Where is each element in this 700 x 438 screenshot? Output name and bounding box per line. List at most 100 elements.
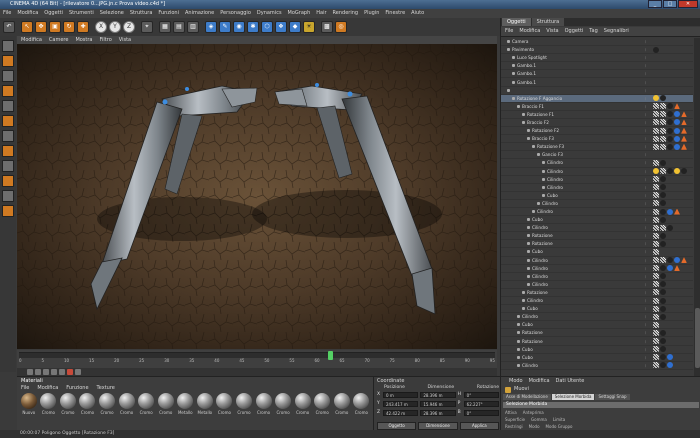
tag-icon[interactable] xyxy=(653,354,659,361)
object-name[interactable]: Rotazione F1 xyxy=(527,112,645,117)
render-view-icon[interactable]: ▦ xyxy=(159,21,171,33)
scrollbar-thumb[interactable] xyxy=(695,308,700,368)
tag-icon[interactable] xyxy=(653,168,659,175)
visibility-toggle[interactable]: ⁝ xyxy=(645,160,653,165)
tag-icon[interactable] xyxy=(653,281,659,288)
attribute-tab-0[interactable]: Asse di Modellazione xyxy=(503,394,551,400)
sculpt-icon[interactable]: ◎ xyxy=(335,21,347,33)
tag-icon[interactable] xyxy=(653,329,659,336)
size-field[interactable]: 28.396 m xyxy=(420,410,456,416)
scale-tool-icon[interactable]: ▣ xyxy=(49,21,61,33)
tag-icon[interactable] xyxy=(660,289,666,296)
visibility-toggle[interactable]: ⁝ xyxy=(645,355,653,360)
tree-row[interactable]: Rotazione ⁝ xyxy=(501,337,693,346)
visibility-toggle[interactable]: ⁝ xyxy=(645,282,653,287)
cube-object-icon[interactable]: ◈ xyxy=(205,21,217,33)
material-menu-item-1[interactable]: Modifica xyxy=(37,385,58,392)
visibility-toggle[interactable]: ⁝ xyxy=(645,241,653,246)
object-name[interactable]: Gancio F3 xyxy=(542,152,645,157)
visibility-toggle[interactable]: ⁝ xyxy=(645,120,653,125)
workplane-icon[interactable]: ▩ xyxy=(321,21,333,33)
attribute-field[interactable]: Gomma xyxy=(531,417,547,423)
environment-icon[interactable]: ❖ xyxy=(275,21,287,33)
object-name[interactable]: Pavimento xyxy=(512,47,645,52)
material-swatch[interactable]: Cromo xyxy=(59,393,77,429)
tree-row[interactable]: Cubo ⁝ xyxy=(501,354,693,362)
tag-icon[interactable] xyxy=(674,103,680,110)
tag-icon[interactable] xyxy=(653,248,659,255)
tag-icon[interactable] xyxy=(660,208,666,215)
tag-icon[interactable] xyxy=(660,184,666,191)
visibility-toggle[interactable]: ⁝ xyxy=(645,177,653,182)
tree-row[interactable]: Cilindro ⁝ xyxy=(501,265,693,273)
tag-icon[interactable] xyxy=(660,329,666,336)
attribute-field[interactable]: Modo Gruppo xyxy=(546,424,573,430)
visibility-toggle[interactable]: ⁝ xyxy=(645,55,653,60)
menu-item-15[interactable]: Aiuto xyxy=(411,9,424,18)
workplane-lock-icon[interactable] xyxy=(2,190,14,202)
tag-icon[interactable] xyxy=(674,143,680,150)
tag-icon[interactable] xyxy=(653,143,659,150)
tag-icon[interactable] xyxy=(667,362,673,369)
tag-icon[interactable] xyxy=(674,135,680,142)
tag-icon[interactable] xyxy=(674,208,680,215)
tag-icon[interactable] xyxy=(660,257,666,264)
recent-tool-icon[interactable]: ✚ xyxy=(77,21,89,33)
object-name[interactable]: Cilindro xyxy=(537,209,645,214)
tag-icon[interactable] xyxy=(660,127,666,134)
tag-icon[interactable] xyxy=(681,257,687,264)
attribute-menu-item-1[interactable]: Modifica xyxy=(529,378,550,385)
tag-icon[interactable] xyxy=(681,119,687,126)
menu-item-13[interactable]: Plugin xyxy=(364,9,379,18)
object-name[interactable]: Cilindro xyxy=(522,314,645,319)
tag-icon[interactable] xyxy=(660,281,666,288)
tag-icon[interactable] xyxy=(681,127,687,134)
material-swatch[interactable]: Cromo xyxy=(313,393,331,429)
tree-row[interactable]: Cubo ⁝ xyxy=(501,248,693,257)
object-name[interactable]: Rotazione xyxy=(532,241,645,246)
tab-structure[interactable]: Struttura xyxy=(531,18,565,26)
tree-row[interactable]: Cubo ⁝ xyxy=(501,346,693,354)
tag-icon[interactable] xyxy=(653,111,659,118)
tag-icon[interactable] xyxy=(660,192,666,199)
position-field[interactable]: 42.422 m xyxy=(383,410,419,416)
tree-row[interactable]: Cubo ⁝ xyxy=(501,216,693,225)
tag-icon[interactable] xyxy=(653,159,659,166)
live-selection-icon[interactable]: ↖ xyxy=(21,21,33,33)
apply-button[interactable]: Applica xyxy=(459,422,499,430)
object-name[interactable]: Cilindro xyxy=(547,177,645,182)
visibility-toggle[interactable]: ⁝ xyxy=(645,201,653,206)
tag-icon[interactable] xyxy=(667,257,673,264)
tree-row[interactable]: Gancio F3 ⁝ xyxy=(501,151,693,160)
tree-row[interactable]: Cubo ⁝ xyxy=(501,305,693,314)
visibility-toggle[interactable]: ⁝ xyxy=(645,330,653,335)
material-swatch[interactable]: Metallo xyxy=(177,393,195,429)
attribute-tab-1[interactable]: Selezione Morbida xyxy=(551,394,595,400)
tree-row[interactable]: Cilindro ⁝ xyxy=(501,168,693,176)
visibility-toggle[interactable]: ⁝ xyxy=(645,185,653,190)
tag-icon[interactable] xyxy=(660,338,666,345)
tag-icon[interactable] xyxy=(681,143,687,150)
rotation-field[interactable]: 62.227° xyxy=(463,401,499,407)
visibility-toggle[interactable]: ⁝ xyxy=(645,347,653,352)
visibility-toggle[interactable]: ⁝ xyxy=(645,144,653,149)
visibility-toggle[interactable]: ⁝ xyxy=(645,290,653,295)
visibility-toggle[interactable]: ⁝ xyxy=(645,249,653,254)
object-name[interactable]: Cubo xyxy=(532,249,645,254)
object-name[interactable]: Cilindro xyxy=(547,160,645,165)
tree-row[interactable]: Braccio F3 ⁝ xyxy=(501,135,693,144)
visibility-toggle[interactable]: ⁝ xyxy=(645,339,653,344)
visibility-toggle[interactable]: ⁝ xyxy=(645,63,653,68)
tag-icon[interactable] xyxy=(660,176,666,183)
object-name[interactable]: Cilindro xyxy=(542,201,645,206)
size-field[interactable]: 28.396 m xyxy=(420,392,456,398)
spline-icon[interactable]: ✎ xyxy=(219,21,231,33)
tag-icon[interactable] xyxy=(660,119,666,126)
attribute-menu-item-0[interactable]: Modo xyxy=(509,378,523,385)
tag-icon[interactable] xyxy=(653,103,659,110)
object-name[interactable]: Cilindro xyxy=(527,298,645,303)
object-menu-item-0[interactable]: File xyxy=(505,27,513,36)
menu-item-3[interactable]: Strumenti xyxy=(69,9,94,18)
object-name[interactable]: Gambo.1 xyxy=(517,80,645,85)
tag-icon[interactable] xyxy=(681,111,687,118)
